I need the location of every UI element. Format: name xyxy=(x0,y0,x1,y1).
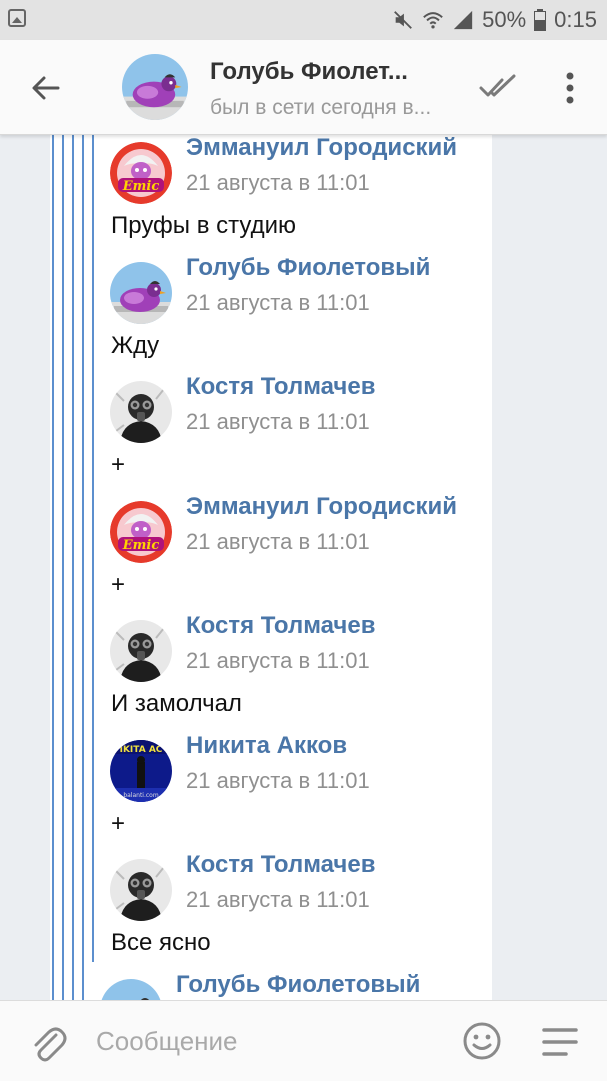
sender-name[interactable]: Никита Акков xyxy=(186,732,347,760)
thread-line xyxy=(52,134,54,1000)
message-text: + xyxy=(111,810,126,837)
sender-name[interactable]: Эммануил Городиский xyxy=(186,493,457,521)
message-time: 21 августа в 11:01 xyxy=(186,170,370,195)
message-input[interactable] xyxy=(96,1019,436,1063)
gasmask-avatar[interactable] xyxy=(110,859,172,921)
thread-line xyxy=(92,134,94,962)
wifi-icon xyxy=(423,12,443,29)
smiley-icon[interactable] xyxy=(462,1021,502,1061)
thread-line xyxy=(82,134,84,1000)
sender-name[interactable]: Костя Толмачев xyxy=(186,373,375,401)
gasmask-avatar[interactable] xyxy=(110,620,172,682)
message-text: + xyxy=(111,451,126,478)
double-check-icon[interactable] xyxy=(478,70,520,104)
composer-bar xyxy=(0,1000,607,1081)
paperclip-icon[interactable] xyxy=(28,1021,68,1065)
sender-name[interactable]: Эммануил Городиский xyxy=(186,134,457,162)
message-text: + xyxy=(111,571,126,598)
battery-icon xyxy=(534,9,547,31)
gallery-notification-icon xyxy=(8,9,26,27)
stage-avatar[interactable] xyxy=(110,740,172,802)
message-text: И замолчал xyxy=(111,690,242,717)
message-text: Все ясно xyxy=(111,929,211,956)
chat-title[interactable]: Голубь Фиолет... xyxy=(210,58,408,86)
sender-name[interactable]: Костя Толмачев xyxy=(186,612,375,640)
status-bar: 50% 0:15 xyxy=(0,0,607,40)
chat-header: Голубь Фиолет... был в сети сегодня в... xyxy=(0,40,607,135)
sender-name[interactable]: Голубь Фиолетовый xyxy=(186,254,430,282)
message-time: 21 августа в 11:01 xyxy=(186,768,370,793)
message-time: 21 августа в 11:01 xyxy=(186,409,370,434)
menu-lines-icon[interactable] xyxy=(542,1025,578,1059)
chat-avatar[interactable] xyxy=(122,54,188,120)
signal-icon xyxy=(453,10,473,30)
mute-icon xyxy=(394,11,413,29)
battery-percent: 50% xyxy=(482,7,527,32)
message-time: 21 августа в 11:01 xyxy=(186,648,370,673)
more-vert-icon[interactable] xyxy=(556,68,584,108)
message-text: Пруфы в студию xyxy=(111,212,297,239)
last-seen-status: был в сети сегодня в... xyxy=(210,96,432,119)
thread-line xyxy=(72,134,74,1000)
message-time: 21 августа в 11:01 xyxy=(186,290,370,315)
thread-line xyxy=(62,134,64,1000)
sender-name[interactable]: Костя Толмачев xyxy=(186,851,375,879)
back-button[interactable] xyxy=(24,66,68,110)
message-text: Жду xyxy=(111,332,160,359)
pigeon-avatar[interactable] xyxy=(110,262,172,324)
pigeon-avatar[interactable] xyxy=(100,979,162,1000)
gasmask-avatar[interactable] xyxy=(110,381,172,443)
message-time: 21 августа в 11:01 xyxy=(186,529,370,554)
message-time: 21 августа в 11:01 xyxy=(186,887,370,912)
sender-name[interactable]: Голубь Фиолетовый xyxy=(176,971,420,999)
message-thread[interactable]: Эммануил Городиский 21 августа в 11:01 П… xyxy=(50,134,492,1000)
clock: 0:15 xyxy=(554,7,597,32)
emic-avatar[interactable] xyxy=(110,142,172,204)
emic-avatar[interactable] xyxy=(110,501,172,563)
